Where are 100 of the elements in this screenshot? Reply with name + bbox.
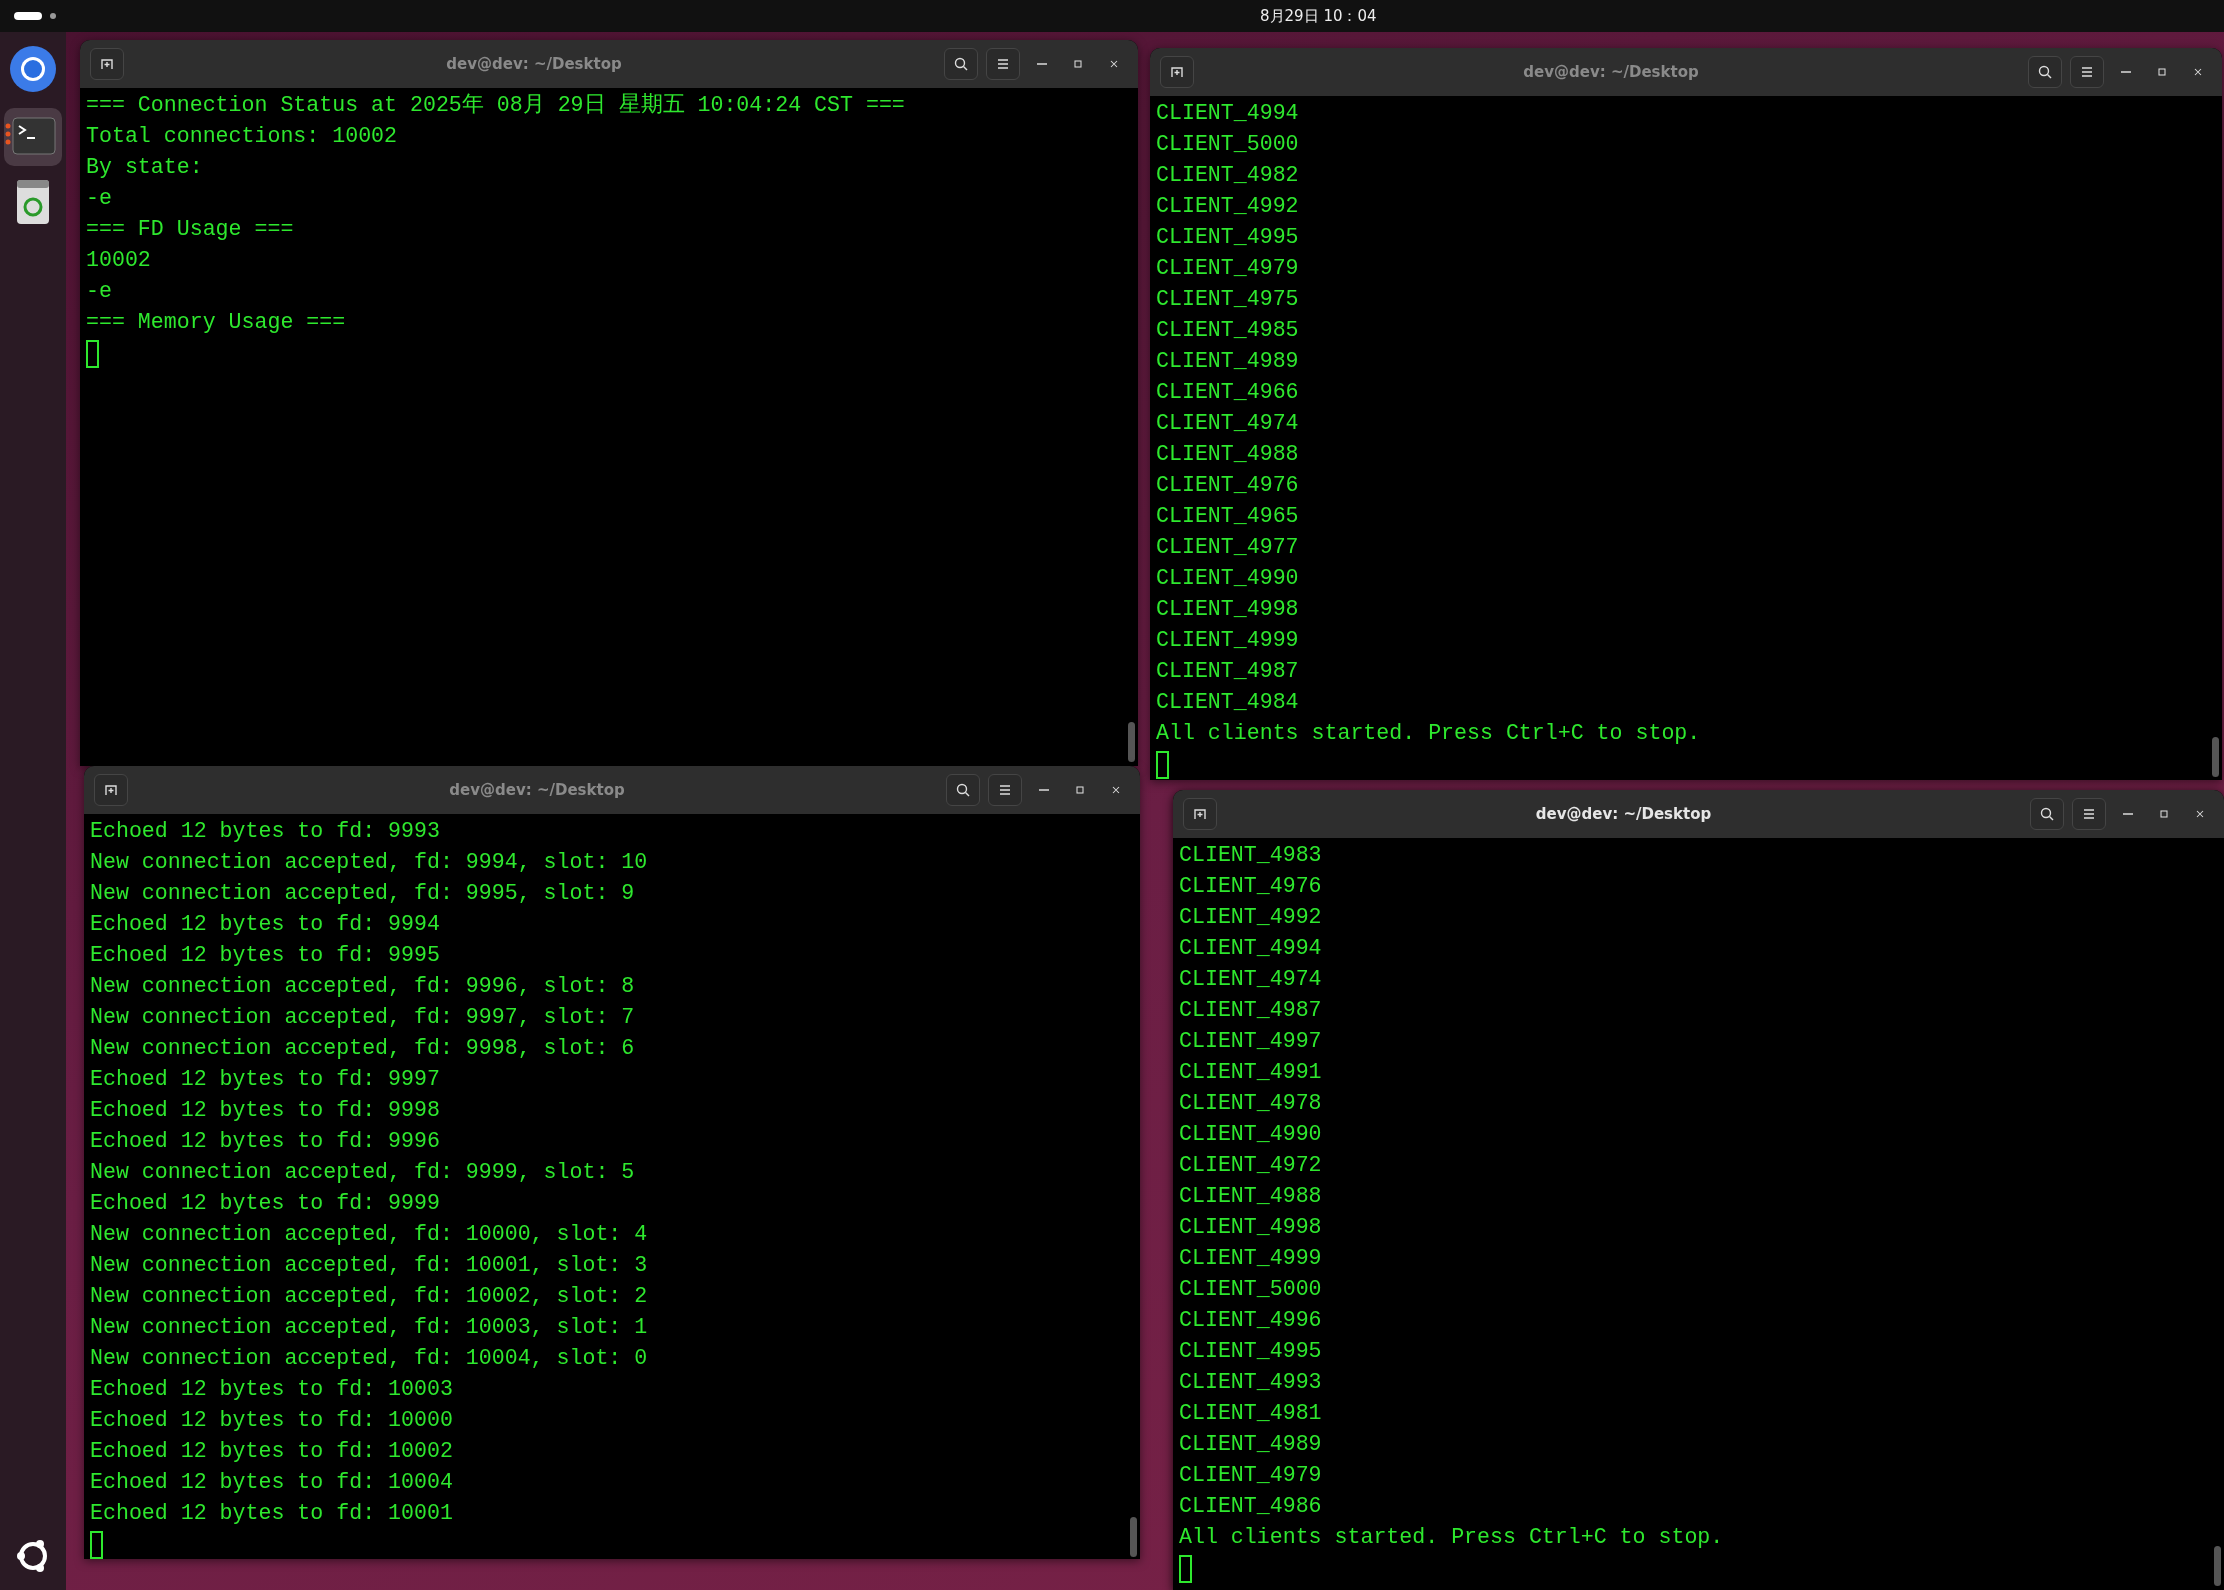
terminal-line: CLIENT_4972 [1179, 1152, 1323, 1179]
window-title: dev@dev: ~/Desktop [1522, 63, 1700, 81]
terminal-line: CLIENT_4998 [1156, 596, 1300, 623]
terminal-line: New connection accepted, fd: 10002, slot: 2 [90, 1283, 649, 1310]
new-tab-icon [1169, 64, 1185, 80]
workspace-dot[interactable] [50, 13, 56, 19]
terminal-line: CLIENT_4993 [1179, 1369, 1323, 1396]
terminal-line: CLIENT_4989 [1179, 1431, 1323, 1458]
terminal-line: New connection accepted, fd: 9996, slot: 8 [90, 973, 636, 1000]
terminal-line: CLIENT_4986 [1179, 1493, 1323, 1520]
text-cursor [1179, 1555, 1192, 1583]
menu-button[interactable] [986, 48, 1020, 80]
terminal-line: CLIENT_4998 [1179, 1214, 1323, 1241]
terminal-line: CLIENT_4983 [1179, 842, 1323, 869]
new-tab-icon [103, 782, 119, 798]
terminal-line: Echoed 12 bytes to fd: 9997 [90, 1066, 441, 1093]
terminal-line: All clients started. Press Ctrl+C to stop. [1179, 1524, 1725, 1551]
terminal-line: CLIENT_4965 [1156, 503, 1300, 530]
terminal-line: CLIENT_4975 [1156, 286, 1300, 313]
scrollbar-thumb[interactable] [2214, 1546, 2221, 1586]
terminal-line: CLIENT_5000 [1179, 1276, 1323, 1303]
terminal-line: CLIENT_4990 [1156, 565, 1300, 592]
terminal-line: Echoed 12 bytes to fd: 10003 [90, 1376, 454, 1403]
terminal-line: === Connection Status at 2025年 08月 29日 星期五 10:04:24 CST === [86, 92, 906, 119]
clock[interactable]: 8月29日 10：04 [1260, 6, 1377, 26]
close-icon [2194, 808, 2206, 820]
terminal-line: CLIENT_5000 [1156, 131, 1300, 158]
terminal-line: CLIENT_4982 [1156, 162, 1300, 189]
terminal-line: CLIENT_4976 [1179, 873, 1323, 900]
terminal-line: CLIENT_4987 [1179, 997, 1323, 1024]
terminal-line: Echoed 12 bytes to fd: 9999 [90, 1190, 441, 1217]
terminal-line: -e [86, 185, 113, 212]
terminal-line: Total connections: 10002 [86, 123, 398, 150]
terminal-line: CLIENT_4995 [1179, 1338, 1323, 1365]
search-icon [2039, 806, 2055, 822]
terminal-icon[interactable] [4, 108, 62, 166]
menu-icon [995, 56, 1011, 72]
terminal-line: Echoed 12 bytes to fd: 9996 [90, 1128, 441, 1155]
close-icon [2192, 66, 2204, 78]
terminal-line: CLIENT_4974 [1179, 966, 1323, 993]
terminal-line: CLIENT_4991 [1179, 1059, 1323, 1086]
maximize-icon [2158, 808, 2170, 820]
terminal-line: -e [86, 278, 113, 305]
menu-button[interactable] [2072, 798, 2106, 830]
text-cursor [90, 1531, 103, 1559]
scrollbar-thumb[interactable] [1128, 722, 1135, 762]
search-icon [955, 782, 971, 798]
terminal-line: 10002 [86, 247, 152, 274]
maximize-icon [1072, 58, 1084, 70]
terminal-line: Echoed 12 bytes to fd: 9995 [90, 942, 441, 969]
new-tab-button[interactable] [1183, 798, 1217, 830]
terminal-line: New connection accepted, fd: 10000, slot: 4 [90, 1221, 649, 1248]
maximize-icon [1074, 784, 1086, 796]
scrollbar-thumb[interactable] [1130, 1517, 1137, 1557]
terminal-line: CLIENT_4974 [1156, 410, 1300, 437]
new-tab-icon [1192, 806, 1208, 822]
terminal-line: CLIENT_4990 [1179, 1121, 1323, 1148]
terminal-line: New connection accepted, fd: 9997, slot: 7 [90, 1004, 636, 1031]
menu-icon [2079, 64, 2095, 80]
terminal-line: New connection accepted, fd: 9999, slot: 5 [90, 1159, 636, 1186]
search-button[interactable] [946, 774, 980, 806]
menu-icon [2081, 806, 2097, 822]
menu-button[interactable] [2070, 56, 2104, 88]
browser-icon[interactable] [8, 44, 58, 94]
terminal-line: Echoed 12 bytes to fd: 9994 [90, 911, 441, 938]
terminal-line: CLIENT_4992 [1156, 193, 1300, 220]
terminal-line: === FD Usage === [86, 216, 295, 243]
terminal-line: CLIENT_4988 [1156, 441, 1300, 468]
minimize-icon [2123, 813, 2133, 815]
new-tab-button[interactable] [1160, 56, 1194, 88]
terminal-line: CLIENT_4987 [1156, 658, 1300, 685]
terminal-line: CLIENT_4966 [1156, 379, 1300, 406]
terminal-line: Echoed 12 bytes to fd: 9993 [90, 818, 441, 845]
search-button[interactable] [944, 48, 978, 80]
new-tab-button[interactable] [90, 48, 124, 80]
terminal-line: CLIENT_4977 [1156, 534, 1300, 561]
search-button[interactable] [2030, 798, 2064, 830]
terminal-line: CLIENT_4985 [1156, 317, 1300, 344]
workspace-indicator[interactable] [14, 12, 42, 20]
trash-icon[interactable] [15, 180, 51, 224]
terminal-line: CLIENT_4999 [1156, 627, 1300, 654]
search-button[interactable] [2028, 56, 2062, 88]
menu-button[interactable] [988, 774, 1022, 806]
maximize-icon [2156, 66, 2168, 78]
terminal-line: CLIENT_4992 [1179, 904, 1323, 931]
terminal-line: Echoed 12 bytes to fd: 9998 [90, 1097, 441, 1124]
minimize-icon [1039, 789, 1049, 791]
terminal-line: CLIENT_4994 [1156, 100, 1300, 127]
menu-icon [997, 782, 1013, 798]
window-title: dev@dev: ~/Desktop [448, 781, 626, 799]
new-tab-button[interactable] [94, 774, 128, 806]
terminal-line: By state: [86, 154, 204, 181]
terminal-line: Echoed 12 bytes to fd: 10000 [90, 1407, 454, 1434]
terminal-line: CLIENT_4999 [1179, 1245, 1323, 1272]
search-icon [2037, 64, 2053, 80]
window-title: dev@dev: ~/Desktop [1534, 805, 1713, 823]
terminal-line: CLIENT_4988 [1179, 1183, 1323, 1210]
scrollbar-thumb[interactable] [2212, 737, 2219, 777]
window-title: dev@dev: ~/Desktop [445, 55, 623, 73]
terminal-line: Echoed 12 bytes to fd: 10004 [90, 1469, 454, 1496]
